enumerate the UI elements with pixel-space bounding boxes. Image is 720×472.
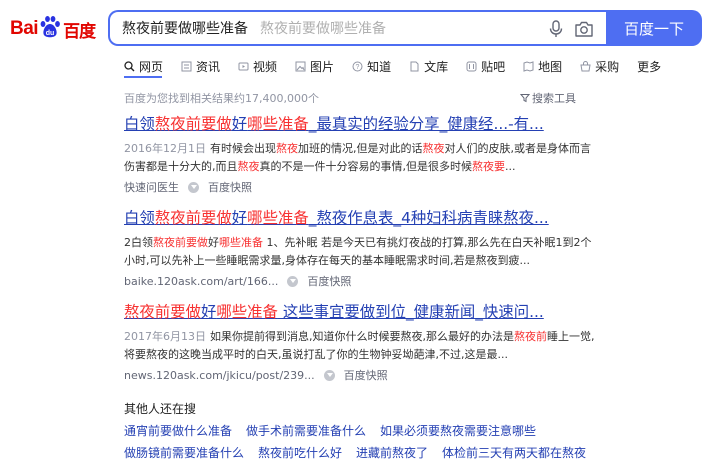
document-icon xyxy=(410,61,419,71)
search-query: 熬夜前要做哪些准备 xyxy=(122,21,248,37)
baidu-logo[interactable]: Bai du 百度 xyxy=(10,14,96,44)
purchase-icon xyxy=(580,60,591,71)
tab-label: 文库 xyxy=(424,59,449,74)
result-source[interactable]: news.120ask.com/jkicu/post/239... xyxy=(124,369,315,382)
related-search-link[interactable]: 通宵前要做什么准备 xyxy=(124,422,232,439)
filter-icon xyxy=(520,94,530,103)
tieba-icon xyxy=(466,61,477,71)
tab-tieba[interactable]: 贴吧 xyxy=(466,55,505,77)
tab-label: 图片 xyxy=(310,59,335,74)
logo-text-du: du xyxy=(46,30,55,37)
tab-news[interactable]: 资讯 xyxy=(181,55,220,77)
logo-text-bai: Bai xyxy=(10,18,39,39)
result-source-row: baike.120ask.com/art/166... 百度快照 xyxy=(124,273,598,289)
result-abstract: 2白领熬夜前要做好哪些准备 1、先补眠 若是今天已有挑灯夜战的打算,那么先在白天… xyxy=(124,236,592,267)
search-tools-label: 搜索工具 xyxy=(532,92,576,105)
result-abstract: 2017年6月13日 如果你提前得到消息,知道你什么时候要熬夜,那么最好的办法是熬… xyxy=(124,330,595,361)
search-tools-button[interactable]: 搜索工具 xyxy=(520,90,576,106)
tab-purchase[interactable]: 采购 xyxy=(580,55,619,77)
search-result: 熬夜前要做好哪些准备 这些事宜要做到位_健康新闻_快速问... 2017年6月1… xyxy=(124,302,598,383)
search-bar: 熬夜前要做哪些准备 熬夜前要做哪些准备 百度一下 xyxy=(108,10,702,46)
related-searches-row: 通宵前要做什么准备 做手术前需要准备什么 如果必须要熬夜需要注意哪些 xyxy=(124,422,550,439)
map-icon xyxy=(523,60,534,72)
tab-more[interactable]: 更多 xyxy=(637,55,661,77)
related-searches-title: 其他人还在搜 xyxy=(124,402,197,416)
related-search-link[interactable]: 做肠镜前需要准备什么 xyxy=(124,444,244,461)
result-title-link[interactable]: 熬夜前要做好哪些准备 这些事宜要做到位_健康新闻_快速问... xyxy=(124,302,598,322)
related-searches-row: 做肠镜前需要准备什么 熬夜前吃什么好 进藏前熬夜了 体检前三天有两天都在熬夜 xyxy=(124,444,600,461)
search-icon xyxy=(124,60,135,71)
tab-zhidao[interactable]: ? 知道 xyxy=(352,55,391,77)
search-result: 白领熬夜前要做好哪些准备_熬夜作息表_4种妇科病青睐熬夜... 2白领熬夜前要做… xyxy=(124,208,598,289)
video-icon xyxy=(238,62,249,70)
microphone-icon[interactable] xyxy=(548,20,564,38)
result-source-row: news.120ask.com/jkicu/post/239... 百度快照 xyxy=(124,367,598,383)
tab-images[interactable]: 图片 xyxy=(295,55,334,77)
tab-web[interactable]: 网页 xyxy=(124,55,163,77)
tab-wenku[interactable]: 文库 xyxy=(409,55,448,77)
search-ghost-suggestion: 熬夜前要做哪些准备 xyxy=(260,21,386,37)
result-abstract: 2016年12月1日 有时候会出现熬夜加班的情况,但是对此的话熬夜对人们的皮肤,或… xyxy=(124,142,591,173)
result-title-link[interactable]: 白领熬夜前要做好哪些准备_熬夜作息表_4种妇科病青睐熬夜... xyxy=(124,208,598,228)
result-count: 百度为您找到相关结果约17,400,000个 xyxy=(124,92,319,105)
tab-video[interactable]: 视频 xyxy=(238,55,277,77)
tab-label: 地图 xyxy=(538,59,563,74)
result-source[interactable]: baike.120ask.com/art/166... xyxy=(124,275,278,288)
search-result: 白领熬夜前要做好哪些准备_最真实的经验分享_健康经...-有... 2016年1… xyxy=(124,114,598,195)
dropdown-icon[interactable] xyxy=(188,181,199,193)
related-search-link[interactable]: 熬夜前吃什么好 xyxy=(258,444,342,461)
news-icon xyxy=(181,61,192,71)
paw-logo-icon: du xyxy=(40,16,60,38)
tab-label: 网页 xyxy=(139,59,164,74)
tab-label: 知道 xyxy=(367,59,392,74)
snapshot-link[interactable]: 百度快照 xyxy=(307,273,351,289)
tab-label: 贴吧 xyxy=(481,59,506,74)
related-search-link[interactable]: 如果必须要熬夜需要注意哪些 xyxy=(380,422,536,439)
question-icon: ? xyxy=(352,61,363,71)
snapshot-link[interactable]: 百度快照 xyxy=(344,367,388,383)
result-title-link[interactable]: 白领熬夜前要做好哪些准备_最真实的经验分享_健康经...-有... xyxy=(124,114,598,134)
tab-label: 更多 xyxy=(637,59,662,74)
logo-text-cn: 百度 xyxy=(63,21,96,42)
result-date: 2016年12月1日 xyxy=(124,142,206,155)
search-tabs: 网页 资讯 视频 图片 ? 知道 文库 贴吧 地图 采购 更多 xyxy=(124,55,679,77)
related-search-link[interactable]: 体检前三天有两天都在熬夜 xyxy=(442,444,586,461)
tab-map[interactable]: 地图 xyxy=(523,55,562,77)
search-input[interactable]: 熬夜前要做哪些准备 熬夜前要做哪些准备 xyxy=(108,10,606,46)
related-search-link[interactable]: 进藏前熬夜了 xyxy=(356,444,428,461)
camera-icon[interactable] xyxy=(574,20,594,38)
result-source-row: 快速问医生 百度快照 xyxy=(124,179,598,195)
snapshot-link[interactable]: 百度快照 xyxy=(208,179,252,195)
tab-label: 视频 xyxy=(253,59,278,74)
related-search-link[interactable]: 做手术前需要准备什么 xyxy=(246,422,366,439)
dropdown-icon[interactable] xyxy=(323,369,335,381)
tab-label: 采购 xyxy=(595,59,620,74)
result-date: 2017年6月13日 xyxy=(124,330,206,343)
dropdown-icon[interactable] xyxy=(287,275,299,287)
active-tab-indicator xyxy=(124,76,162,78)
tab-label: 资讯 xyxy=(196,59,221,74)
result-source[interactable]: 快速问医生 xyxy=(124,179,179,195)
search-button[interactable]: 百度一下 xyxy=(606,10,702,46)
image-icon xyxy=(295,61,306,71)
svg-text:?: ? xyxy=(356,64,360,71)
